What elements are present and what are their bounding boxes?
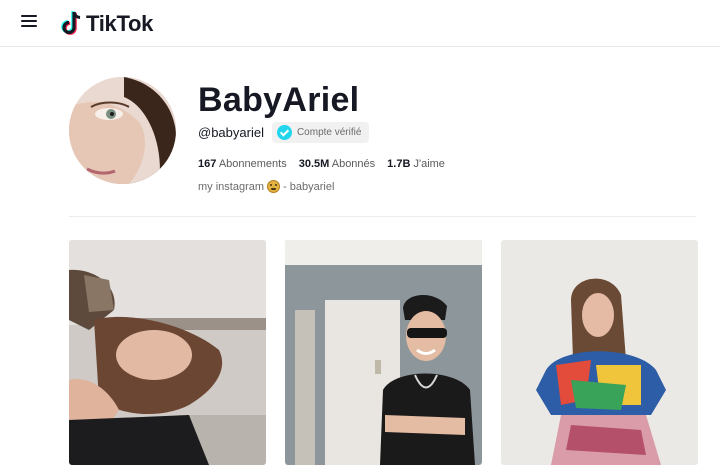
handle-row: @babyariel Compte vérifié [198,122,370,143]
profile-avatar[interactable] [69,77,176,184]
hamburger-menu-icon[interactable] [21,13,39,29]
smiling-face-emoji-icon [267,180,281,193]
video-thumbnail[interactable] [285,240,482,465]
bio-text: my instagram [198,180,265,193]
stat-likes: 1.7B J'aime [387,158,445,170]
stat-following[interactable]: 167 Abonnements [198,158,287,170]
verified-badge: Compte vérifié [271,122,370,143]
tiktok-wordmark: TikTok [86,11,154,36]
girl-in-graphic-tee-thumbnail [501,240,698,465]
boy-with-sunglasses-thumbnail [285,240,482,465]
tiktok-logo[interactable]: TikTok [60,9,153,39]
bio-text: - babyariel [283,180,335,193]
video-grid [69,240,698,465]
stat-label: Abonnés [331,158,376,170]
stat-followers[interactable]: 30.5M Abonnés [299,158,375,170]
avatar-image [69,77,176,184]
stat-value: 167 [198,158,217,170]
stat-value: 1.7B [387,158,411,170]
profile-bio: my instagram - babyariel [198,180,334,193]
top-navigation-bar: TikTok [0,0,720,47]
stat-label: Abonnements [218,158,287,170]
profile-handle: @babyariel [198,125,264,140]
profile-divider [69,216,696,217]
verified-label: Compte vérifié [296,127,362,138]
profile-display-name: BabyAriel [198,81,360,119]
girl-on-couch-thumbnail [69,240,266,465]
video-thumbnail[interactable] [69,240,266,465]
profile-header: BabyAriel @babyariel Compte vérifié 167 … [69,77,709,207]
tiktok-note-icon [61,11,81,35]
video-thumbnail[interactable] [501,240,698,465]
verified-check-icon [276,125,292,140]
stat-value: 30.5M [298,158,330,170]
stat-label: J'aime [413,158,445,170]
profile-stats: 167 Abonnements 30.5M Abonnés 1.7B J'aim… [198,158,445,170]
